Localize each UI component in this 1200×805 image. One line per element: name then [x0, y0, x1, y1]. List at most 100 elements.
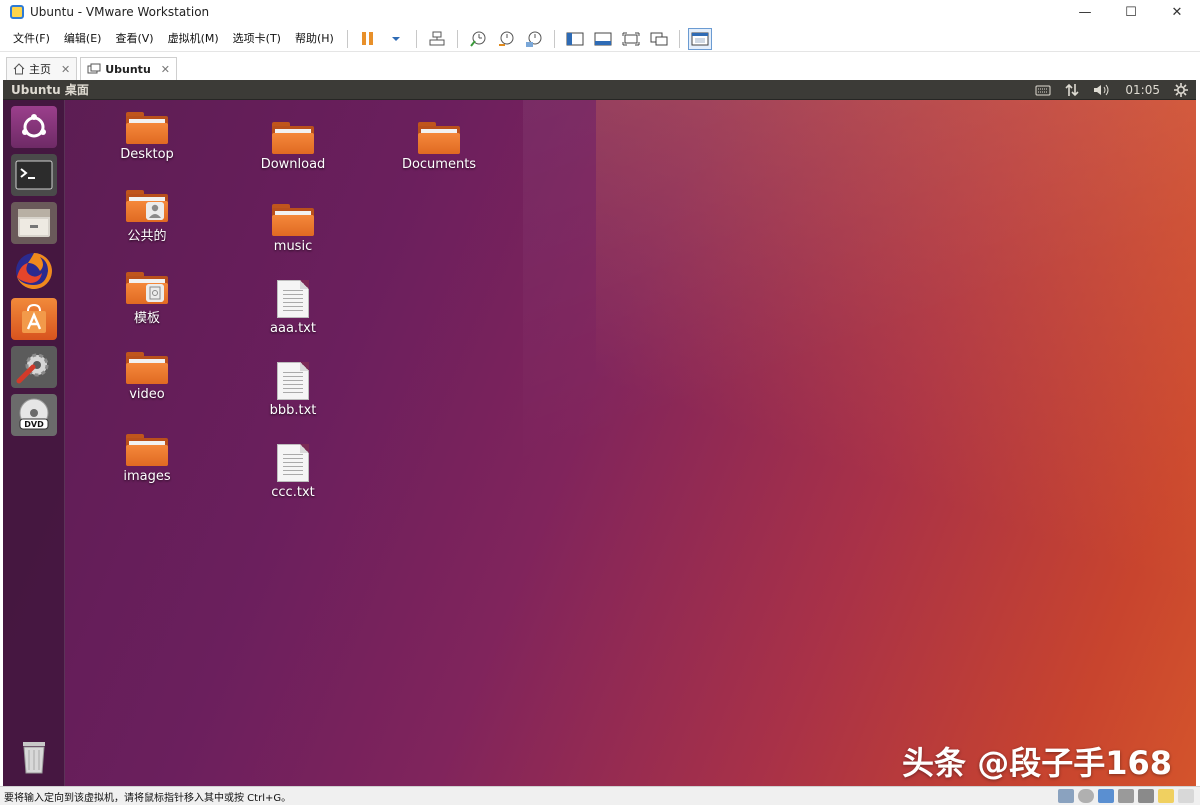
- cd-rom-icon[interactable]: [1078, 789, 1094, 803]
- snapshot-manager-icon: [525, 31, 542, 47]
- watermark: 头条 @段子手168: [902, 744, 1172, 782]
- trash-icon[interactable]: [11, 736, 57, 778]
- desktop-item[interactable]: Desktop: [87, 112, 207, 162]
- template-icon: [146, 284, 164, 302]
- folder-icon: [272, 122, 314, 154]
- menu-help[interactable]: 帮助(H): [288, 28, 341, 50]
- terminal-icon[interactable]: [11, 154, 57, 196]
- firefox-icon[interactable]: [11, 250, 57, 292]
- vm-icon: [87, 63, 101, 74]
- show-library-button[interactable]: [563, 28, 587, 50]
- shopping-bag-icon: [22, 303, 46, 333]
- file-cabinet-icon: [18, 209, 50, 237]
- templates-folder-icon: [126, 272, 168, 304]
- gear-icon[interactable]: [1174, 83, 1188, 97]
- tab-ubuntu[interactable]: Ubuntu ✕: [80, 57, 177, 80]
- folder-icon: [272, 204, 314, 236]
- desktop-item-label: Desktop: [120, 147, 174, 162]
- desktop-item[interactable]: bbb.txt: [233, 362, 353, 418]
- volume-icon[interactable]: [1093, 83, 1111, 97]
- folder-icon: [126, 112, 168, 144]
- ubuntu-desktop[interactable]: Desktop 公共的 模板 video images Download mus…: [3, 100, 1196, 786]
- network-icon[interactable]: [1065, 83, 1079, 97]
- ubuntu-launcher: DVD: [3, 100, 65, 786]
- take-snapshot-button[interactable]: [466, 28, 490, 50]
- snapshot-revert-icon: [498, 31, 514, 46]
- desktop-item[interactable]: Download: [233, 122, 353, 172]
- svg-text:DVD: DVD: [24, 420, 44, 429]
- sidebar-view-icon: [566, 32, 584, 45]
- menu-tabs[interactable]: 选项卡(T): [226, 28, 288, 50]
- clock[interactable]: 01:05: [1125, 83, 1160, 97]
- hard-disk-icon[interactable]: [1058, 789, 1074, 803]
- desktop-item[interactable]: images: [87, 434, 207, 484]
- unity-mode-button[interactable]: [647, 28, 671, 50]
- ubuntu-dash-icon[interactable]: [11, 106, 57, 148]
- keyboard-icon[interactable]: [1035, 84, 1051, 96]
- ubuntu-panel-title: Ubuntu 桌面: [11, 83, 89, 97]
- maximize-button[interactable]: ☐: [1108, 0, 1154, 24]
- power-dropdown-button[interactable]: [384, 28, 408, 50]
- close-button[interactable]: ✕: [1154, 0, 1200, 24]
- revert-snapshot-button[interactable]: [494, 28, 518, 50]
- window-title: Ubuntu - VMware Workstation: [30, 5, 210, 19]
- text-file-icon: [277, 362, 309, 400]
- folder-icon: [418, 122, 460, 154]
- snapshot-take-icon: [470, 31, 486, 47]
- console-view-icon: [691, 32, 709, 45]
- status-text: 要将输入定向到该虚拟机，请将鼠标指针移入其中或按 Ctrl+G。: [4, 792, 292, 804]
- close-icon: ✕: [1171, 4, 1183, 20]
- display-icon[interactable]: [1138, 789, 1154, 803]
- folder-icon: [126, 352, 168, 384]
- full-screen-button[interactable]: [619, 28, 643, 50]
- window-titlebar: Ubuntu - VMware Workstation — ☐ ✕: [0, 0, 1200, 24]
- menu-edit[interactable]: 编辑(E): [57, 28, 109, 50]
- message-icon[interactable]: [1158, 789, 1174, 803]
- unity-mode-icon: [650, 32, 668, 45]
- expand-icon[interactable]: [1178, 789, 1194, 803]
- console-view-button[interactable]: [687, 27, 712, 50]
- toolbar-separator: [456, 29, 458, 48]
- indicator-area: 01:05: [1035, 80, 1188, 100]
- software-center-icon[interactable]: [11, 298, 57, 340]
- network-adapter-icon[interactable]: [1098, 789, 1114, 803]
- device-status-icons: [1058, 789, 1194, 803]
- desktop-item[interactable]: 模板: [87, 272, 207, 326]
- toolbar-separator: [553, 29, 555, 48]
- terminal-prompt-icon: [15, 160, 53, 190]
- pause-button[interactable]: [356, 28, 380, 50]
- person-icon: [146, 202, 164, 220]
- desktop-item-label: aaa.txt: [270, 321, 316, 336]
- desktop-item[interactable]: 公共的: [87, 190, 207, 244]
- desktop-item[interactable]: Documents: [379, 122, 499, 172]
- desktop-item-label: Download: [260, 157, 326, 172]
- maximize-icon: ☐: [1125, 4, 1137, 20]
- tab-home[interactable]: 主页 ✕: [6, 57, 78, 80]
- shared-folder-icon: [126, 190, 168, 222]
- close-icon[interactable]: ✕: [61, 63, 70, 76]
- dvd-icon[interactable]: DVD: [11, 394, 57, 436]
- close-icon[interactable]: ✕: [161, 63, 170, 76]
- menu-file[interactable]: 文件(F): [6, 28, 57, 50]
- file-manager-icon[interactable]: [11, 202, 57, 244]
- desktop-item-label: ccc.txt: [271, 485, 315, 500]
- tab-bar: 主页 ✕ Ubuntu ✕: [0, 56, 1200, 80]
- ubuntu-logo-icon: [22, 114, 46, 138]
- window-controls: — ☐ ✕: [1062, 0, 1200, 24]
- menu-vm[interactable]: 虚拟机(M): [161, 28, 226, 50]
- thumbnail-bar-button[interactable]: [591, 28, 615, 50]
- desktop-item[interactable]: video: [87, 352, 207, 402]
- snapshot-manager-button[interactable]: [522, 28, 546, 50]
- firefox-logo-icon: [16, 253, 52, 289]
- desktop-item[interactable]: aaa.txt: [233, 280, 353, 336]
- printer-icon[interactable]: [1118, 789, 1134, 803]
- desktop-item[interactable]: music: [233, 204, 353, 254]
- desktop-item-label: bbb.txt: [269, 403, 317, 418]
- vm-console[interactable]: Ubuntu 桌面 01:05 Desktop 公共的 模板 video ima…: [3, 80, 1196, 786]
- send-ctrl-alt-del-button[interactable]: [425, 28, 449, 50]
- home-icon: [13, 63, 25, 75]
- desktop-item[interactable]: ccc.txt: [233, 444, 353, 500]
- minimize-button[interactable]: —: [1062, 0, 1108, 24]
- system-settings-icon[interactable]: [11, 346, 57, 388]
- menu-view[interactable]: 查看(V): [108, 28, 160, 50]
